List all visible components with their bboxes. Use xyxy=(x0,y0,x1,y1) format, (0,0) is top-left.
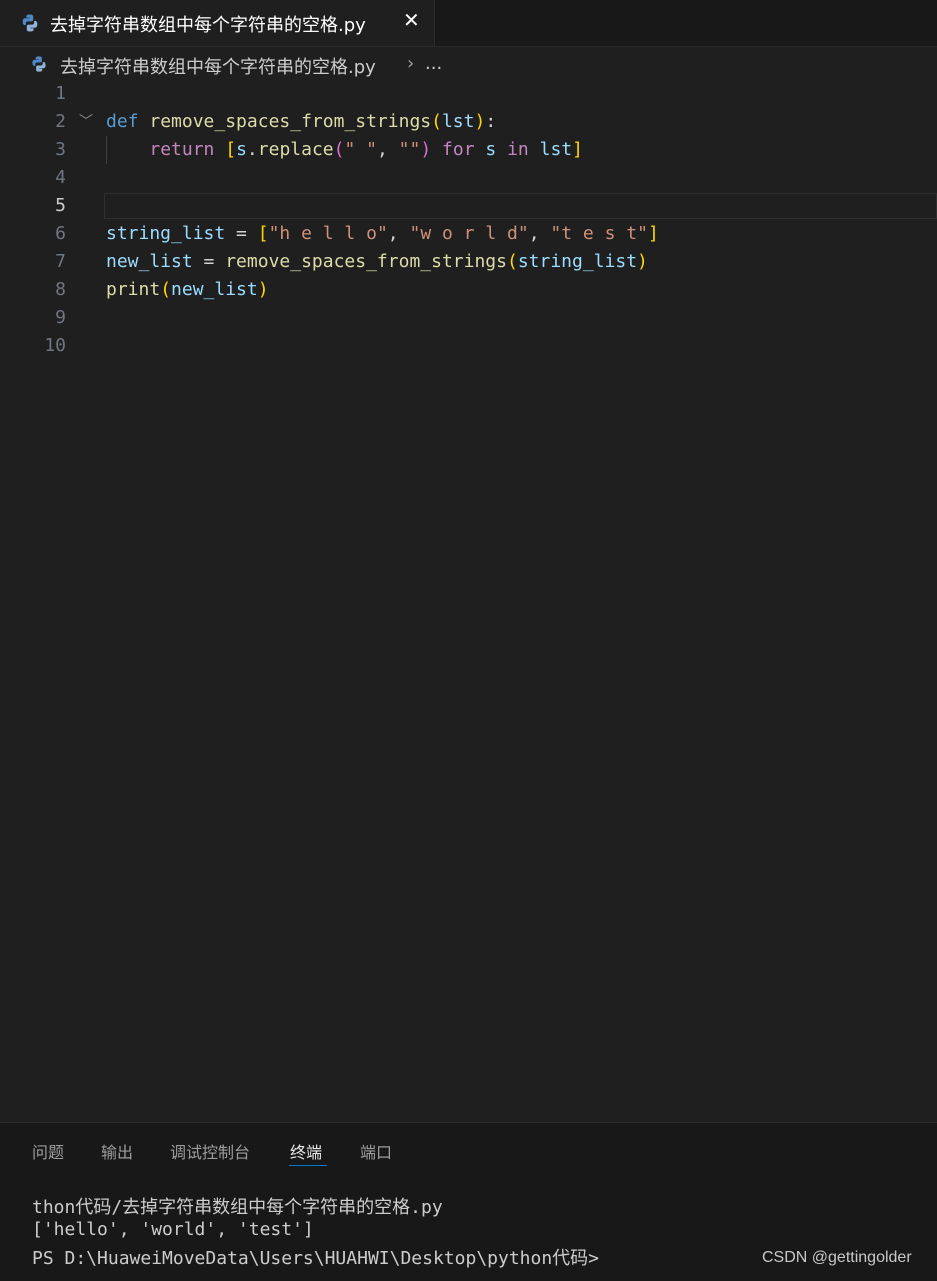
close-icon[interactable]: ✕ xyxy=(403,8,420,32)
terminal-line: thon代码/去掉字符串数组中每个字符串的空格.py xyxy=(32,1197,443,1218)
code-text: def remove_spaces_from_strings(lst): xyxy=(106,108,496,136)
tab-debug-console[interactable]: 调试控制台 xyxy=(170,1139,250,1163)
token-var: string_list xyxy=(106,223,226,244)
token-op: = xyxy=(225,223,258,244)
token-string: "t e s t" xyxy=(550,223,648,244)
code-line-3[interactable]: 3 return [s.replace(" ", "") for s in ls… xyxy=(0,136,937,164)
token-bracket: [ xyxy=(225,139,237,160)
code-line-5[interactable]: 5 xyxy=(0,192,937,220)
code-line-8[interactable]: 8 print(new_list) xyxy=(0,276,937,304)
tab-ports[interactable]: 端口 xyxy=(360,1139,392,1163)
breadcrumb: 去掉字符串数组中每个字符串的空格.py › ... xyxy=(0,50,937,80)
token-function: remove_spaces_from_strings xyxy=(225,251,507,272)
code-text: string_list = ["h e l l o", "w o r l d",… xyxy=(106,220,659,248)
token-bracket: ( xyxy=(506,251,518,272)
token-var: lst xyxy=(539,139,573,160)
token-var: new_list xyxy=(171,279,258,300)
token-bracket: ) xyxy=(637,251,648,272)
token-punct: : xyxy=(485,111,497,132)
token-bracket: ) xyxy=(420,139,432,160)
line-number: 4 xyxy=(55,167,66,188)
token-bracket: ] xyxy=(572,139,583,160)
token-var: s xyxy=(236,139,247,160)
tab-problems[interactable]: 问题 xyxy=(32,1139,64,1163)
line-number: 7 xyxy=(55,251,66,272)
token-punct: , xyxy=(528,223,551,244)
line-number: 9 xyxy=(55,307,66,328)
tab-output[interactable]: 输出 xyxy=(101,1139,133,1163)
token-function: print xyxy=(106,279,161,300)
token-keyword: for xyxy=(442,139,475,160)
code-line-6[interactable]: 6 string_list = ["h e l l o", "w o r l d… xyxy=(0,220,937,248)
token-punct: , xyxy=(376,139,399,160)
code-line-10[interactable]: 10 xyxy=(0,332,937,360)
line-number: 10 xyxy=(44,335,66,356)
tab-terminal[interactable]: 终端 xyxy=(290,1139,322,1163)
line-number: 8 xyxy=(55,279,66,300)
token-keyword: def xyxy=(106,111,139,132)
token-function: remove_spaces_from_strings xyxy=(149,111,432,132)
code-line-1[interactable]: 1 xyxy=(0,80,937,108)
token-var: string_list xyxy=(517,251,638,272)
breadcrumb-more[interactable]: ... xyxy=(425,53,442,74)
token-keyword: return xyxy=(149,139,215,160)
token-method: replace xyxy=(257,139,334,160)
token-punct: . xyxy=(246,139,258,160)
token-bracket: ( xyxy=(431,111,442,132)
token-string: "w o r l d" xyxy=(409,223,529,244)
code-editor[interactable]: 1 2 ﹀ def remove_spaces_from_strings(lst… xyxy=(0,80,937,1120)
code-line-4[interactable]: 4 xyxy=(0,164,937,192)
watermark: CSDN @gettingolder xyxy=(762,1249,912,1266)
token-param: lst xyxy=(441,111,475,132)
tab-active-file[interactable]: 去掉字符串数组中每个字符串的空格.py ✕ xyxy=(0,0,435,46)
token-bracket: ( xyxy=(160,279,172,300)
fold-chevron-icon[interactable]: ﹀ xyxy=(79,108,93,136)
terminal-line: ['hello', 'world', 'test'] xyxy=(32,1219,314,1240)
line-number: 1 xyxy=(55,83,66,104)
python-icon xyxy=(32,56,46,72)
breadcrumb-file[interactable]: 去掉字符串数组中每个字符串的空格.py xyxy=(60,53,376,79)
line-number: 2 xyxy=(55,111,66,132)
code-text: new_list = remove_spaces_from_strings(st… xyxy=(106,248,648,276)
token-bracket: ( xyxy=(333,139,345,160)
terminal-prompt[interactable]: PS D:\HuaweiMoveData\Users\HUAHWI\Deskto… xyxy=(32,1244,599,1270)
code-text: return [s.replace(" ", "") for s in lst] xyxy=(106,136,583,164)
line-number-active: 5 xyxy=(55,195,66,216)
code-line-7[interactable]: 7 new_list = remove_spaces_from_strings(… xyxy=(0,248,937,276)
active-tab-indicator xyxy=(289,1165,327,1166)
token-string: "" xyxy=(398,139,421,160)
chevron-right-icon: › xyxy=(407,53,415,74)
token-punct: , xyxy=(387,223,410,244)
code-line-2[interactable]: 2 ﹀ def remove_spaces_from_strings(lst): xyxy=(0,108,937,136)
code-text: print(new_list) xyxy=(106,276,269,304)
tab-label: 去掉字符串数组中每个字符串的空格.py xyxy=(50,15,366,36)
token-keyword: in xyxy=(507,139,529,160)
token-bracket: ) xyxy=(257,279,269,300)
token-bracket: [ xyxy=(257,223,269,244)
token-var: s xyxy=(485,139,497,160)
token-bracket: ) xyxy=(474,111,486,132)
token-string: " " xyxy=(344,139,377,160)
token-var: new_list xyxy=(106,251,193,272)
token-string: "h e l l o" xyxy=(268,223,388,244)
code-line-9[interactable]: 9 xyxy=(0,304,937,332)
token-op: = xyxy=(192,251,226,272)
python-icon xyxy=(22,14,38,32)
editor-tab-bar: 去掉字符串数组中每个字符串的空格.py ✕ xyxy=(0,0,937,47)
line-number: 3 xyxy=(55,139,66,160)
token-bracket: ] xyxy=(647,223,659,244)
line-number: 6 xyxy=(55,223,66,244)
